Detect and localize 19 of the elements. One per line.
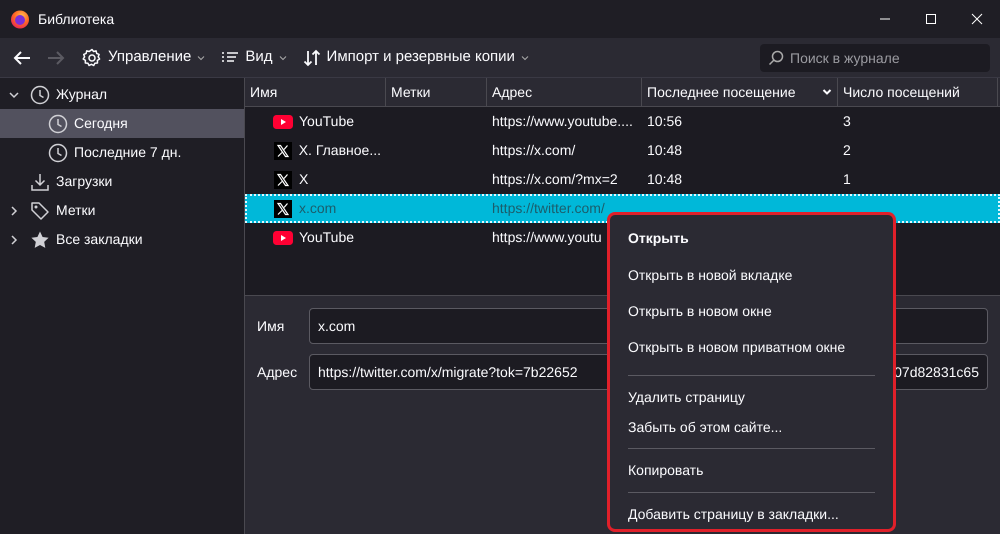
table-cell-text: https://x.com/ <box>492 141 576 160</box>
table-cell-text: 10:48 <box>647 170 682 189</box>
table-cell-text: 3 <box>843 112 851 131</box>
field-label: Адрес <box>257 362 298 382</box>
table-cell-text: 1 <box>843 170 851 189</box>
table-cell-text: YouTube <box>299 112 354 131</box>
table-cell-text: https://x.com/?mx=2 <box>492 170 618 189</box>
table-cell-text: 10:48 <box>647 141 682 160</box>
field-label: Имя <box>257 316 286 336</box>
table-cell-text: x.com <box>299 199 336 218</box>
table-cell-text: YouTube <box>299 228 354 247</box>
table-cell-text: https://www.youtube.... <box>492 112 633 131</box>
table-cell-text: https://www.youtu <box>492 228 602 247</box>
table-cell-text: X <box>299 170 308 189</box>
table-cell-text: https://twitter.com/ <box>492 199 605 218</box>
table-cell-text: X. Главное... <box>298 141 381 160</box>
window-title: Библиотека <box>38 10 114 28</box>
table-cell-text: 10:56 <box>647 112 682 131</box>
table-cell-text: 2 <box>843 141 851 160</box>
